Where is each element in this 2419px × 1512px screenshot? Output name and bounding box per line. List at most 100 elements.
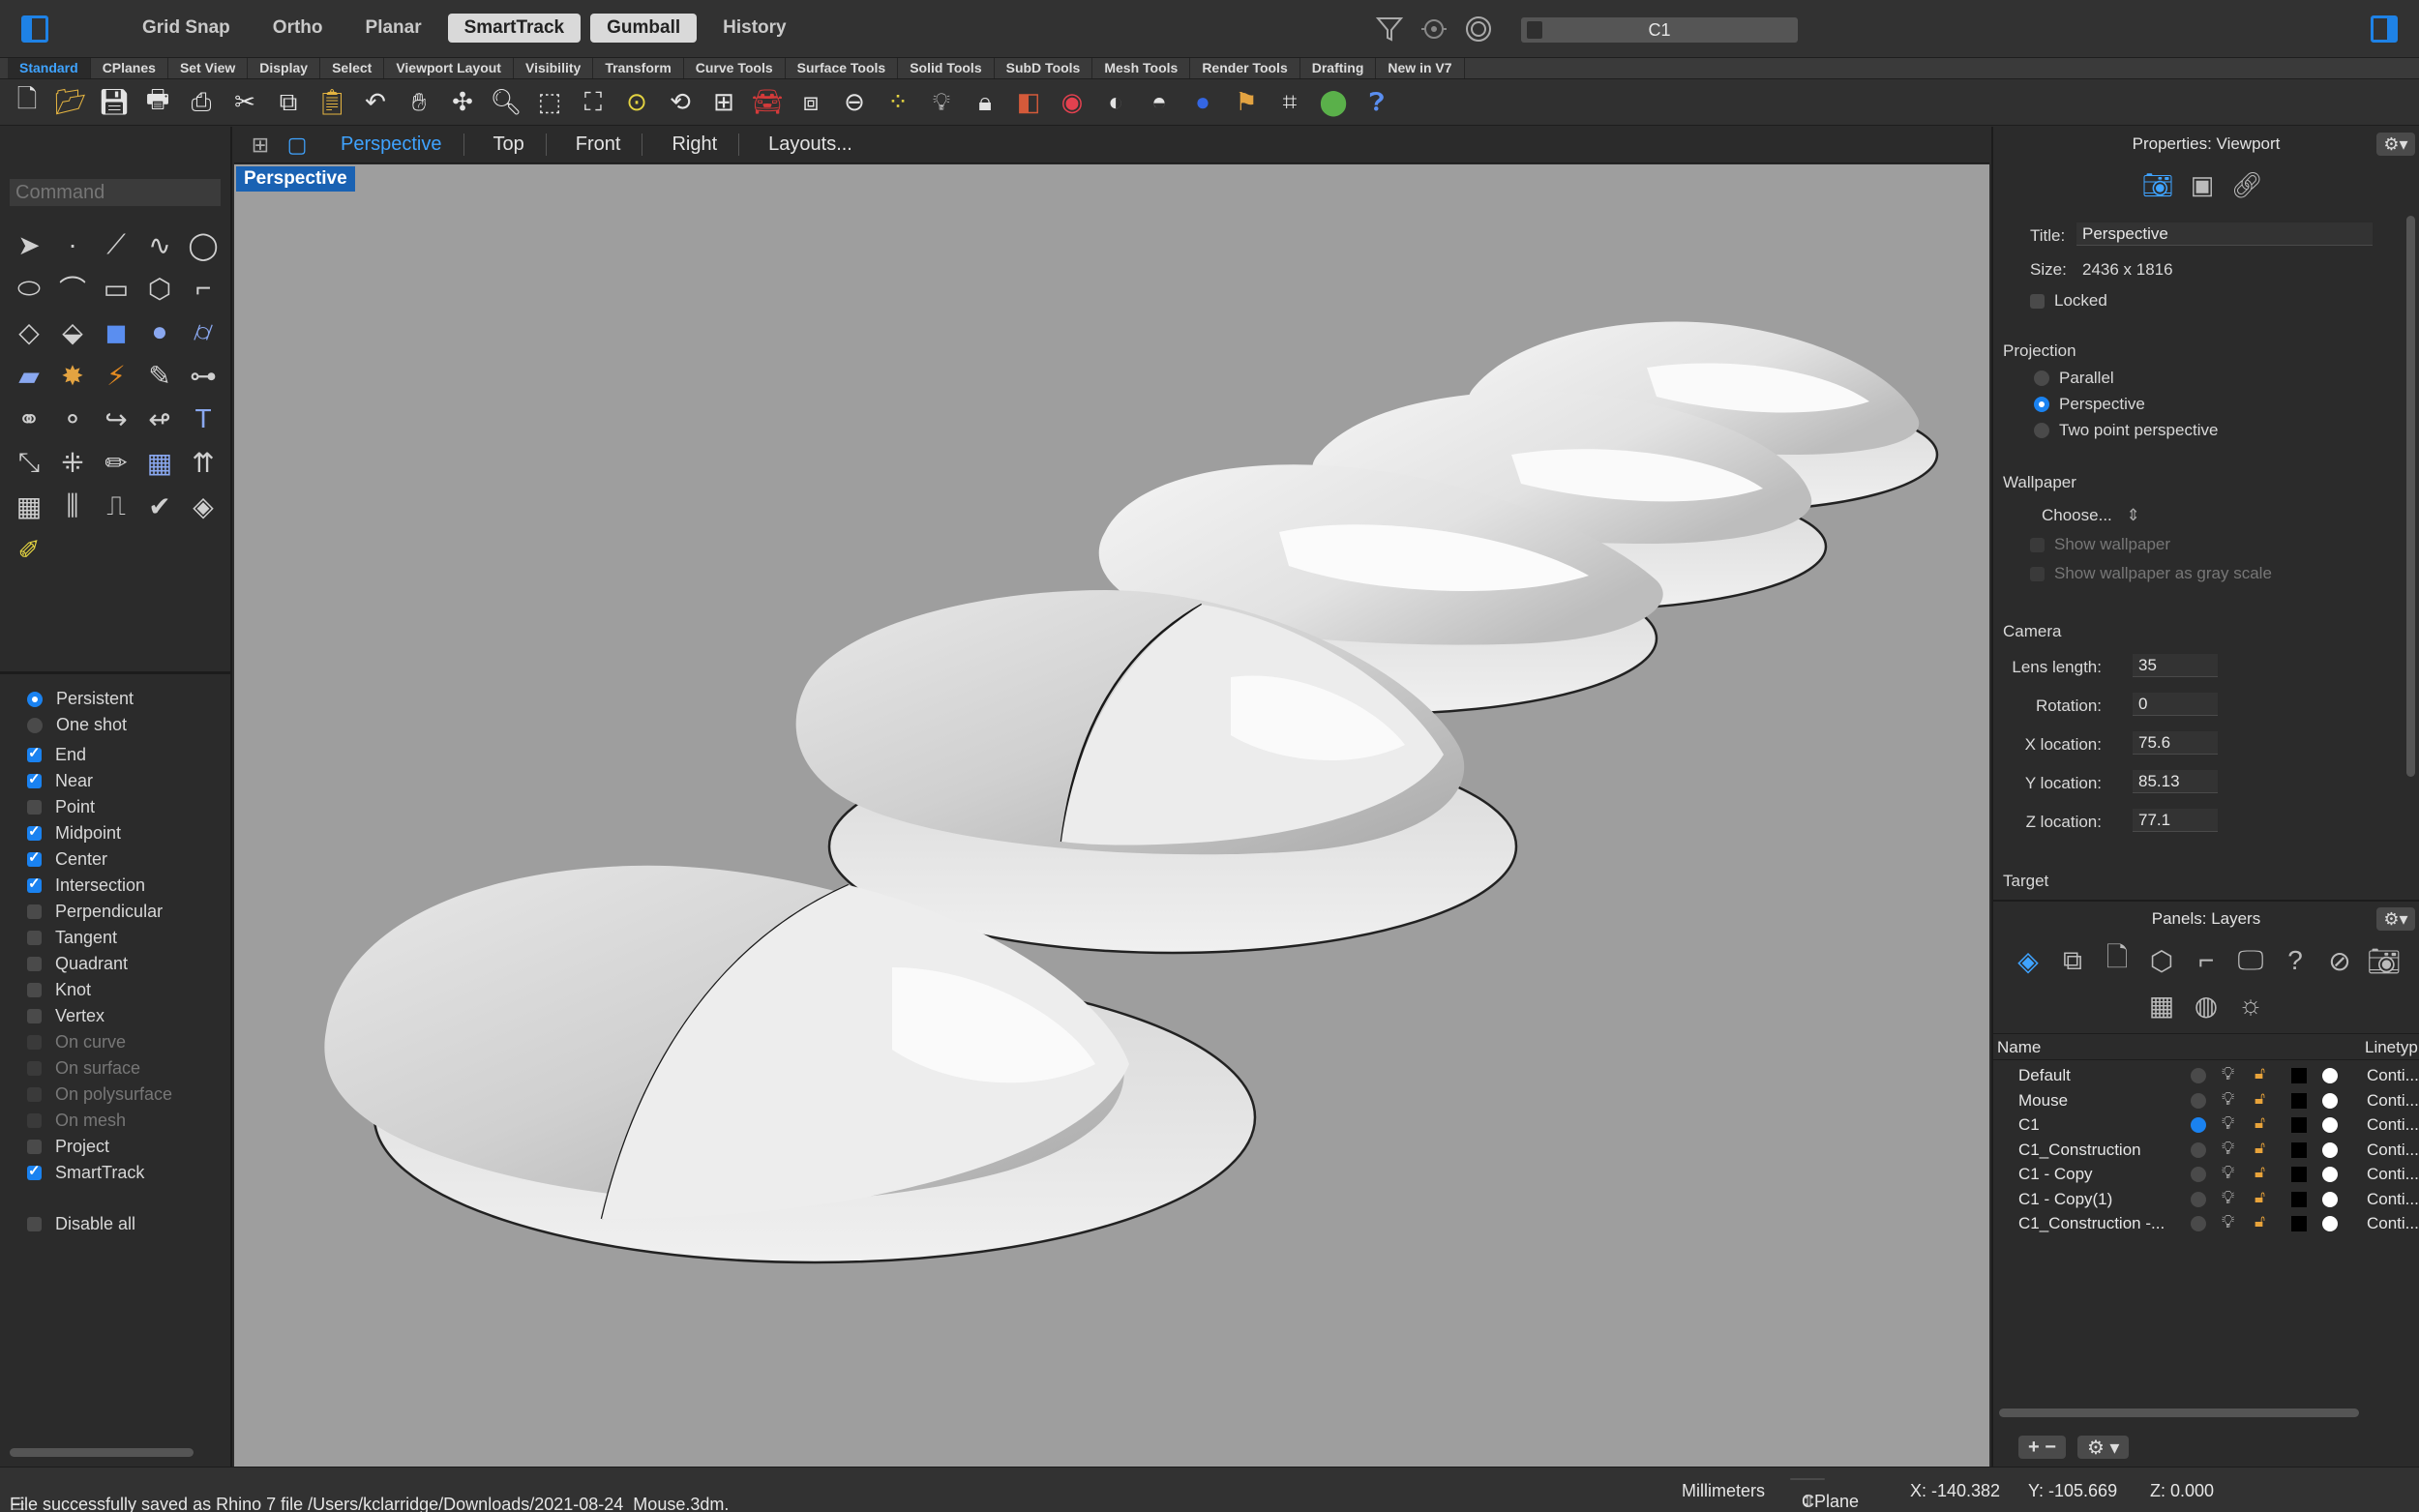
osnap-end[interactable]: End: [27, 742, 172, 768]
checkbox[interactable]: [27, 822, 42, 841]
name-column-header[interactable]: Name: [1997, 1038, 2041, 1057]
lock-icon[interactable]: 🔓︎: [2255, 1113, 2265, 1133]
cage-icon[interactable]: ▦: [138, 441, 181, 484]
analyze-icon[interactable]: ⎍: [95, 485, 137, 527]
layer-linetype[interactable]: Conti...: [2367, 1214, 2419, 1233]
viewport-icon[interactable]: ▣: [2183, 167, 2222, 202]
left-sidebar-toggle-icon[interactable]: [21, 15, 48, 43]
light-bulb-icon[interactable]: 💡︎: [2222, 1212, 2234, 1233]
viewport-title-label[interactable]: Perspective: [236, 166, 355, 192]
current-layer-radio[interactable]: [2191, 1167, 2206, 1182]
save-icon[interactable]: 💾︎: [95, 83, 134, 122]
polygon-icon[interactable]: ⬡: [138, 267, 181, 310]
layer-name[interactable]: Default: [2018, 1066, 2071, 1085]
checkbox[interactable]: [27, 1009, 42, 1023]
cplane-select[interactable]: CPlane ⇕: [1790, 1478, 1859, 1511]
plane-icon[interactable]: ▰: [8, 354, 50, 397]
projection-parallel[interactable]: Parallel: [2034, 365, 2218, 391]
display-icon[interactable]: 🖵: [2230, 940, 2271, 981]
cylinder-icon[interactable]: ⌭: [182, 311, 224, 353]
undo-view-icon[interactable]: ⟲: [661, 83, 700, 122]
light-bulb-icon[interactable]: 💡︎: [922, 83, 961, 122]
locked-check-box[interactable]: [2030, 293, 2045, 309]
layer-row[interactable]: C1_Construction -... 💡︎ 🔓︎ Conti...: [1993, 1211, 2419, 1236]
tab-subd-tools[interactable]: SubD Tools: [995, 58, 1093, 78]
layer-linetype[interactable]: Conti...: [2367, 1190, 2419, 1209]
render-sphere-icon[interactable]: ◓: [1140, 83, 1179, 122]
viewport-layout-icon[interactable]: ⊞: [704, 83, 743, 122]
cut-icon[interactable]: ✂: [225, 83, 264, 122]
checkbox[interactable]: [27, 1140, 42, 1154]
show-gray-box[interactable]: [2030, 566, 2045, 581]
tab-standard[interactable]: Standard: [8, 58, 91, 78]
fillet-icon[interactable]: ↪: [95, 398, 137, 440]
color-wheel-icon[interactable]: ◉: [1053, 83, 1091, 122]
record-icon[interactable]: [1463, 14, 1494, 44]
osnap-target-icon[interactable]: [1419, 14, 1449, 44]
layer-row[interactable]: C1 - Copy(1) 💡︎ 🔓︎ Conti...: [1993, 1187, 2419, 1212]
light-bulb-icon[interactable]: 💡︎: [2222, 1163, 2234, 1184]
radio-button[interactable]: [27, 717, 43, 733]
osnap-point[interactable]: Point: [27, 794, 172, 820]
array-icon[interactable]: ⁜: [51, 441, 94, 484]
surface-icon[interactable]: ◇: [8, 311, 50, 353]
checkbox[interactable]: [27, 1217, 42, 1231]
paint-icon[interactable]: ✐: [8, 528, 50, 571]
light-bulb-icon[interactable]: 💡︎: [2222, 1188, 2234, 1209]
layer-name[interactable]: C1: [2018, 1115, 2040, 1135]
layer-color-swatch[interactable]: [2291, 1068, 2307, 1083]
tab-solid-tools[interactable]: Solid Tools: [898, 58, 995, 78]
layer-row[interactable]: C1_Construction 💡︎ 🔓︎ Conti...: [1993, 1138, 2419, 1163]
show-gray-checkbox[interactable]: Show wallpaper as gray scale: [2030, 564, 2272, 583]
layer-color-swatch[interactable]: [2291, 1167, 2307, 1182]
box-icon[interactable]: ◼: [95, 311, 137, 353]
layer-name[interactable]: C1_Construction: [2018, 1141, 2141, 1160]
dimension-arrows-icon[interactable]: ⇈: [182, 441, 224, 484]
command-input[interactable]: [10, 179, 221, 206]
ortho-toggle[interactable]: Ortho: [256, 14, 340, 43]
tab-drafting[interactable]: Drafting: [1300, 58, 1377, 78]
boolean-icon[interactable]: ⚡︎: [95, 354, 137, 397]
osnap-project[interactable]: Project: [27, 1134, 172, 1160]
lock-icon[interactable]: 🔓︎: [2255, 1163, 2265, 1182]
split-icon[interactable]: ⊶: [182, 354, 224, 397]
layer-material-swatch[interactable]: [2322, 1092, 2338, 1109]
layer-color-swatch[interactable]: [2291, 1117, 2307, 1133]
projection-perspective[interactable]: Perspective: [2034, 391, 2218, 417]
tab-curve-tools[interactable]: Curve Tools: [684, 58, 786, 78]
link-icon[interactable]: 🔗︎: [2227, 167, 2266, 202]
show-wallpaper-box[interactable]: [2030, 537, 2045, 552]
filter-icon[interactable]: [1374, 14, 1405, 44]
layer-name[interactable]: Mouse: [2018, 1091, 2068, 1111]
radio-button[interactable]: [27, 691, 43, 707]
grid-array-icon[interactable]: ▦: [8, 485, 50, 527]
checkbox[interactable]: [27, 957, 42, 971]
locked-checkbox[interactable]: Locked: [2030, 291, 2107, 311]
tab-set-view[interactable]: Set View: [168, 58, 249, 78]
projection-two-point-perspective[interactable]: Two point perspective: [2034, 417, 2218, 443]
tab-select[interactable]: Select: [320, 58, 385, 78]
explode-icon[interactable]: ✸: [51, 354, 94, 397]
circle-icon[interactable]: ◯: [182, 223, 224, 266]
tab-render-tools[interactable]: Render Tools: [1190, 58, 1300, 78]
right-sidebar-toggle-icon[interactable]: [2371, 15, 2398, 43]
checkbox[interactable]: [27, 904, 42, 919]
tab-perspective[interactable]: Perspective: [319, 133, 464, 156]
zoom-window-icon[interactable]: ⬚: [530, 83, 569, 122]
layer-color-swatch[interactable]: [2291, 1092, 2307, 1109]
history-toggle[interactable]: History: [706, 14, 802, 43]
rotate-view-icon[interactable]: ✣: [443, 83, 482, 122]
layer-color-swatch[interactable]: [2291, 1191, 2307, 1207]
environment-icon[interactable]: ◍: [2186, 985, 2226, 1025]
sphere-icon[interactable]: ●: [138, 311, 181, 353]
checkbox[interactable]: [27, 744, 42, 762]
polyline-icon[interactable]: ⟋: [95, 223, 137, 266]
layer-material-swatch[interactable]: [2322, 1167, 2338, 1182]
show-wallpaper-checkbox[interactable]: Show wallpaper: [2030, 535, 2170, 554]
object-box-icon[interactable]: ⬡: [2141, 940, 2182, 981]
rendered-sphere-icon[interactable]: ●: [1183, 83, 1222, 122]
camera-field-input[interactable]: 0: [2133, 693, 2218, 716]
units-label[interactable]: Millimeters: [1682, 1481, 1765, 1501]
checkbox[interactable]: [27, 931, 42, 945]
osnap-quadrant[interactable]: Quadrant: [27, 951, 172, 977]
